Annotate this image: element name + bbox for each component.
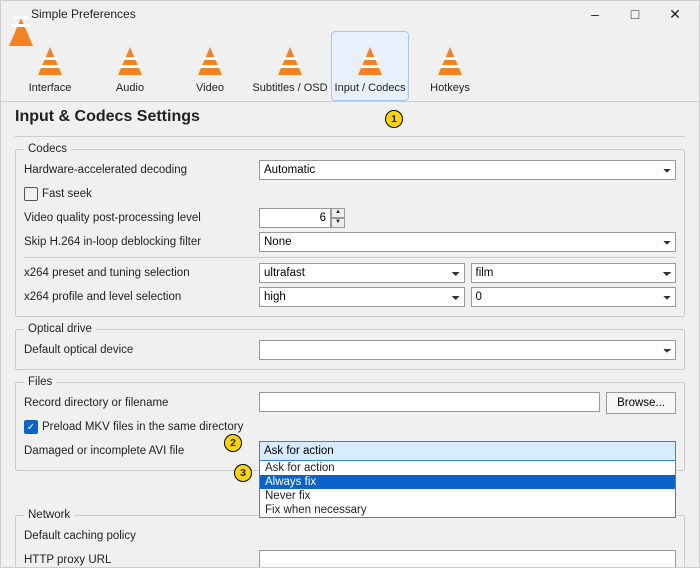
optical-device-label: Default optical device <box>24 344 259 356</box>
x264-level-select[interactable] <box>471 287 677 307</box>
content-area: Input & Codecs Settings 1 Codecs Hardwar… <box>1 102 699 567</box>
video-quality-label: Video quality post-processing level <box>24 212 259 224</box>
proxy-url-label: HTTP proxy URL <box>24 554 259 566</box>
titlebar: Simple Preferences – □ ✕ <box>1 1 699 27</box>
page-title: Input & Codecs Settings 1 <box>15 106 685 132</box>
fast-seek-checkbox[interactable] <box>24 187 38 201</box>
tab-label: Video <box>196 82 224 94</box>
tab-input-codecs[interactable]: Input / Codecs <box>331 31 409 101</box>
tab-label: Hotkeys <box>430 82 470 94</box>
divider <box>15 136 685 137</box>
hw-decoding-label: Hardware-accelerated decoding <box>24 164 259 176</box>
group-legend: Codecs <box>24 143 71 155</box>
cone-icon <box>351 42 389 80</box>
x264-profile-label: x264 profile and level selection <box>24 291 259 303</box>
spinner-buttons[interactable]: ▲▼ <box>331 208 345 228</box>
callout-1: 1 <box>385 110 403 128</box>
avi-fix-label: Damaged or incomplete AVI file <box>24 445 259 457</box>
group-legend: Network <box>24 509 74 521</box>
tab-label: Subtitles / OSD <box>252 82 327 94</box>
tab-label: Input / Codecs <box>335 82 406 94</box>
cone-icon <box>431 42 469 80</box>
tab-subtitles[interactable]: Subtitles / OSD <box>251 31 329 101</box>
avi-option-ask[interactable]: Ask for action <box>260 461 675 475</box>
video-quality-spinner[interactable] <box>259 208 331 228</box>
group-legend: Optical drive <box>24 323 96 335</box>
record-dir-label: Record directory or filename <box>24 397 259 409</box>
hw-decoding-select[interactable] <box>259 160 676 180</box>
maximize-button[interactable]: □ <box>615 2 655 26</box>
optical-device-select[interactable] <box>259 340 676 360</box>
preload-mkv-checkbox[interactable]: ✓ <box>24 420 38 434</box>
avi-option-always[interactable]: Always fix <box>260 475 675 489</box>
codecs-group: Codecs Hardware-accelerated decoding Fas… <box>15 143 685 317</box>
cone-icon <box>31 42 69 80</box>
callout-3: 3 <box>234 464 252 482</box>
close-button[interactable]: ✕ <box>655 2 695 26</box>
files-group: Files Record directory or filename Brows… <box>15 376 685 471</box>
x264-preset-label: x264 preset and tuning selection <box>24 267 259 279</box>
tab-video[interactable]: Video <box>171 31 249 101</box>
category-tabs: Interface Audio Video Subtitles / OSD In… <box>1 27 699 102</box>
skip-h264-label: Skip H.264 in-loop deblocking filter <box>24 236 259 248</box>
optical-group: Optical drive Default optical device <box>15 323 685 370</box>
x264-profile-select[interactable] <box>259 287 465 307</box>
tab-label: Audio <box>116 82 144 94</box>
cone-icon <box>191 42 229 80</box>
record-dir-input[interactable] <box>259 392 600 412</box>
skip-h264-select[interactable] <box>259 232 676 252</box>
tab-audio[interactable]: Audio <box>91 31 169 101</box>
preload-mkv-label: Preload MKV files in the same directory <box>42 421 243 433</box>
group-legend: Files <box>24 376 56 388</box>
proxy-url-input[interactable] <box>259 550 676 567</box>
browse-button[interactable]: Browse... <box>606 392 676 414</box>
headphones-icon <box>111 42 149 80</box>
x264-preset-select[interactable] <box>259 263 465 283</box>
divider <box>24 257 676 258</box>
avi-option-when-necessary[interactable]: Fix when necessary <box>260 503 675 517</box>
tab-label: Interface <box>29 82 72 94</box>
x264-tuning-select[interactable] <box>471 263 677 283</box>
window-title: Simple Preferences <box>31 7 575 21</box>
caching-policy-label: Default caching policy <box>24 530 259 542</box>
cone-icon <box>271 42 309 80</box>
avi-fix-select[interactable] <box>259 441 676 461</box>
avi-option-never[interactable]: Never fix <box>260 489 675 503</box>
avi-fix-dropdown-list: Ask for action Always fix Never fix Fix … <box>259 460 676 518</box>
app-icon <box>9 6 25 22</box>
page-title-text: Input & Codecs Settings <box>15 108 200 125</box>
tab-hotkeys[interactable]: Hotkeys <box>411 31 489 101</box>
preferences-window: Simple Preferences – □ ✕ Interface Audio… <box>0 0 700 568</box>
fast-seek-label: Fast seek <box>42 188 92 200</box>
minimize-button[interactable]: – <box>575 2 615 26</box>
